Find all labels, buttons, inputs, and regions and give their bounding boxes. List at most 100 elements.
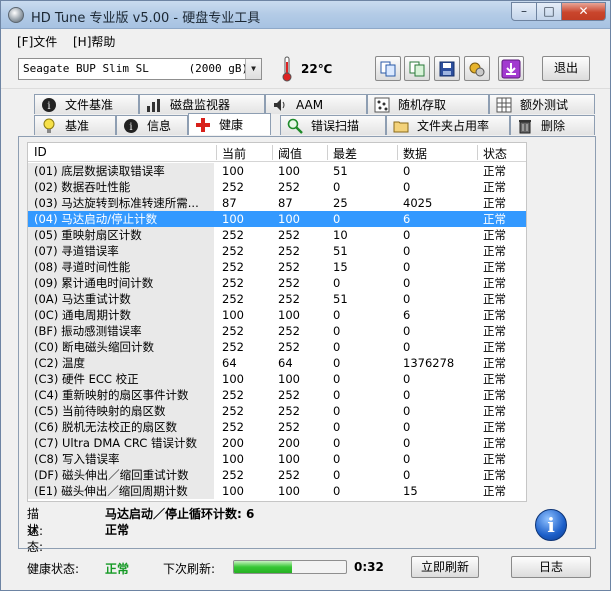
cell-current: 100 — [222, 484, 244, 498]
copy-all-button[interactable] — [404, 56, 430, 81]
column-header-current[interactable]: 当前 — [222, 145, 246, 162]
cell-status: 正常 — [483, 420, 506, 434]
table-row[interactable]: (09) 累计通电时间计数 252 252 0 0 正常 — [28, 275, 526, 291]
smart-attribute-table[interactable]: ID 当前 阈值 最差 数据 状态 (01) 底层数据读取错误率 100 100 51… — [27, 142, 527, 502]
drive-select[interactable]: Seagate BUP Slim SL (2000 gB) ▼ — [18, 58, 262, 80]
refresh-progress-fill — [234, 561, 293, 573]
menu-help[interactable]: [H]帮助 — [73, 33, 115, 50]
cell-threshold: 100 — [278, 452, 300, 466]
cell-worst: 51 — [333, 244, 348, 258]
cell-current: 100 — [222, 308, 244, 322]
lightbulb-icon — [43, 118, 55, 133]
table-row[interactable]: (C5) 当前待映射的扇区数 252 252 0 0 正常 — [28, 403, 526, 419]
cell-id: (02) 数据吞吐性能 — [34, 180, 131, 194]
cell-threshold: 100 — [278, 212, 300, 226]
tab-label: 错误扫描 — [311, 119, 360, 133]
maximize-button[interactable]: □ — [536, 2, 562, 21]
cell-status: 正常 — [483, 228, 506, 242]
table-row[interactable]: (07) 寻道错误率 252 252 51 0 正常 — [28, 243, 526, 259]
tab-error-scan[interactable]: 错误扫描 — [280, 115, 386, 135]
table-row[interactable]: (C4) 重新映射的扇区事件计数 252 252 0 0 正常 — [28, 387, 526, 403]
cell-current: 200 — [222, 436, 244, 450]
description-value: 马达启动／停止循环计数: 6 — [105, 507, 255, 521]
tab-label: AAM — [296, 97, 324, 112]
table-row[interactable]: (C7) Ultra DMA CRC 错误计数 200 200 0 0 正常 — [28, 435, 526, 451]
column-header-id[interactable]: ID — [34, 145, 47, 159]
cell-data: 0 — [403, 260, 411, 274]
table-row[interactable]: (01) 底层数据读取错误率 100 100 51 0 正常 — [28, 163, 526, 179]
cell-threshold: 100 — [278, 372, 300, 386]
tab-aam[interactable]: AAM — [265, 94, 367, 114]
cell-threshold: 64 — [278, 356, 293, 370]
title-bar[interactable]: HD Tune 专业版 v5.00 - 硬盘专业工具 – □ ✕ — [1, 1, 610, 29]
tab-extra-tests[interactable]: 额外测试 — [489, 94, 595, 114]
column-header-threshold[interactable]: 阈值 — [278, 145, 302, 162]
tab-file-benchmark[interactable]: i 文件基准 — [34, 94, 139, 114]
cell-current: 64 — [222, 356, 237, 370]
table-row[interactable]: (02) 数据吞吐性能 252 252 0 0 正常 — [28, 179, 526, 195]
cell-current: 252 — [222, 420, 244, 434]
column-header-data[interactable]: 数据 — [403, 145, 427, 162]
options-icon — [469, 62, 485, 76]
table-row[interactable]: (DF) 磁头伸出／缩回重试计数 252 252 0 0 正常 — [28, 467, 526, 483]
download-button[interactable] — [498, 56, 524, 81]
cell-status: 正常 — [483, 388, 506, 402]
cell-current: 252 — [222, 244, 244, 258]
column-header-worst[interactable]: 最差 — [333, 145, 357, 162]
info-button[interactable]: i — [535, 509, 567, 541]
cell-data: 4025 — [403, 196, 433, 210]
cell-data: 15 — [403, 484, 418, 498]
table-row[interactable]: (BF) 振动感测错误率 252 252 0 0 正常 — [28, 323, 526, 339]
cell-status: 正常 — [483, 404, 506, 418]
save-button[interactable] — [434, 56, 460, 81]
options-button[interactable] — [464, 56, 490, 81]
cell-threshold: 252 — [278, 468, 300, 482]
cell-current: 252 — [222, 324, 244, 338]
copy-button[interactable] — [375, 56, 401, 81]
cell-status: 正常 — [483, 244, 506, 258]
tab-random-access[interactable]: 随机存取 — [367, 94, 489, 114]
save-icon — [439, 61, 455, 76]
cell-data: 0 — [403, 276, 411, 290]
close-button[interactable]: ✕ — [561, 2, 606, 21]
menu-file[interactable]: [F]文件 — [17, 33, 57, 50]
column-header-status[interactable]: 状态 — [483, 145, 507, 162]
cell-data: 0 — [403, 340, 411, 354]
tab-disk-monitor[interactable]: 磁盘监视器 — [139, 94, 265, 114]
tab-label: 信息 — [147, 119, 172, 133]
table-row[interactable]: (E1) 磁头伸出／缩回周期计数 100 100 0 15 正常 — [28, 483, 526, 499]
log-button[interactable]: 日志 — [511, 556, 591, 578]
minimize-button[interactable]: – — [511, 2, 537, 21]
cell-current: 252 — [222, 340, 244, 354]
table-row[interactable]: (03) 马达旋转到标准转速所需... 87 87 25 4025 正常 — [28, 195, 526, 211]
table-row[interactable]: (0C) 通电周期计数 100 100 0 6 正常 — [28, 307, 526, 323]
cell-threshold: 200 — [278, 436, 300, 450]
cell-status: 正常 — [483, 324, 506, 338]
table-row[interactable]: (C3) 硬件 ECC 校正 100 100 0 0 正常 — [28, 371, 526, 387]
chevron-down-icon[interactable]: ▼ — [245, 59, 261, 79]
refresh-now-button[interactable]: 立即刷新 — [411, 556, 479, 578]
cell-worst: 0 — [333, 308, 341, 322]
status-bar: 健康状态: 正常 下次刷新: 0:32 立即刷新 日志 — [1, 551, 610, 587]
refresh-progress-bar — [233, 560, 347, 574]
cell-current: 252 — [222, 228, 244, 242]
table-row[interactable]: (0A) 马达重试计数 252 252 51 0 正常 — [28, 291, 526, 307]
table-row[interactable]: (C8) 写入错误率 100 100 0 0 正常 — [28, 451, 526, 467]
table-row[interactable]: (08) 寻道时间性能 252 252 15 0 正常 — [28, 259, 526, 275]
table-row-selected[interactable]: (04) 马达启动/停止计数 100 100 0 6 正常 — [28, 211, 526, 227]
tab-info[interactable]: i 信息 — [116, 115, 188, 135]
exit-button[interactable]: 退出 — [542, 56, 590, 81]
table-row[interactable]: (C0) 断电磁头缩回计数 252 252 0 0 正常 — [28, 339, 526, 355]
table-row[interactable]: (C6) 脱机无法校正的扇区数 252 252 0 0 正常 — [28, 419, 526, 435]
tab-health[interactable]: 健康 — [188, 113, 271, 135]
table-row[interactable]: (C2) 温度 64 64 0 1376278 正常 — [28, 355, 526, 371]
cell-id: (E1) 磁头伸出／缩回周期计数 — [34, 484, 188, 498]
table-row[interactable]: (05) 重映射扇区计数 252 252 10 0 正常 — [28, 227, 526, 243]
tab-benchmark[interactable]: 基准 — [34, 115, 116, 135]
cell-status: 正常 — [483, 436, 506, 450]
tab-folder-usage[interactable]: 文件夹占用率 — [386, 115, 510, 135]
tab-erase[interactable]: 删除 — [510, 115, 595, 135]
tab-label: 文件夹占用率 — [417, 119, 490, 133]
copy-all-icon — [409, 61, 425, 76]
cell-data: 0 — [403, 436, 411, 450]
